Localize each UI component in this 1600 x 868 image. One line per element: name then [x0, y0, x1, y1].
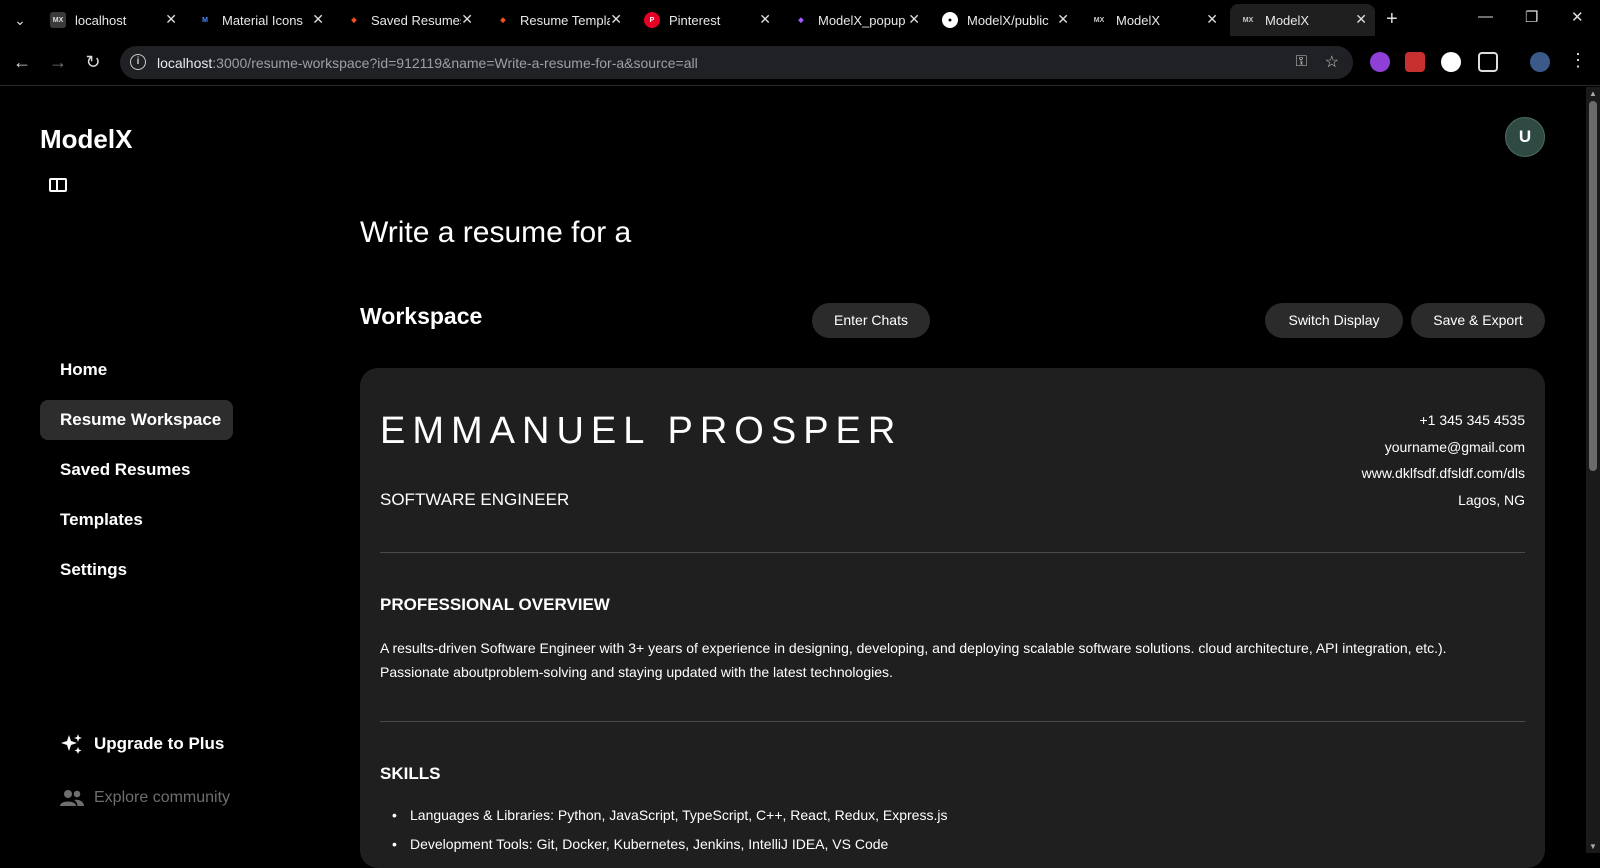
- browser-tab-active[interactable]: MX ModelX ✕: [1230, 4, 1375, 36]
- scrollbar-thumb[interactable]: [1589, 101, 1597, 471]
- tab-search-chevron-icon[interactable]: ⌄: [10, 10, 30, 30]
- modelx-favicon-icon: MX: [1093, 16, 1105, 24]
- restore-icon[interactable]: ❐: [1525, 8, 1538, 26]
- bookmark-star-icon[interactable]: ☆: [1325, 52, 1339, 72]
- password-key-icon[interactable]: ⚿: [1296, 53, 1307, 70]
- url-host: localhost: [157, 55, 213, 71]
- forward-arrow-icon[interactable]: →: [47, 52, 69, 73]
- resume-phone: +1 345 345 4535: [1419, 412, 1526, 428]
- close-tab-icon[interactable]: ✕: [1206, 11, 1218, 28]
- minimize-icon[interactable]: —: [1478, 8, 1493, 25]
- browser-toolbar: ← → ↻ i localhost:3000/resume-workspace?…: [0, 40, 1600, 86]
- close-window-icon[interactable]: ✕: [1571, 8, 1584, 26]
- browser-tab[interactable]: ◆ Resume Templates ✕: [485, 4, 630, 36]
- back-arrow-icon[interactable]: ←: [11, 52, 33, 73]
- divider: [380, 721, 1525, 722]
- sidebar-toggle-icon[interactable]: [49, 178, 67, 192]
- scroll-down-arrow-icon[interactable]: ▼: [1589, 842, 1597, 851]
- github-favicon-icon: ●: [942, 12, 958, 28]
- browser-tab[interactable]: ◆ Saved Resumes ✕: [336, 4, 481, 36]
- sidebar-item-settings[interactable]: Settings: [40, 550, 233, 590]
- scroll-up-arrow-icon[interactable]: ▲: [1589, 89, 1597, 98]
- sparkles-icon: [61, 734, 82, 754]
- skills-list-item: Development Tools: Git, Docker, Kubernet…: [380, 834, 1520, 863]
- chrome-profile-icon[interactable]: [1530, 52, 1550, 72]
- extensions-puzzle-icon[interactable]: [1478, 52, 1498, 72]
- resume-location: Lagos, NG: [1458, 491, 1525, 508]
- tab-title: ModelX: [1116, 12, 1161, 28]
- sidebar-item-home[interactable]: Home: [40, 350, 233, 390]
- page-scrollbar[interactable]: ▲ ▼: [1586, 87, 1600, 853]
- browser-tab[interactable]: ◆ ModelX_popup ✕: [783, 4, 928, 36]
- close-tab-icon[interactable]: ✕: [312, 11, 324, 28]
- resume-name: EMMANUEL PROSPER: [380, 410, 903, 452]
- people-icon: [60, 790, 84, 806]
- browser-tab[interactable]: MX localhost ✕: [40, 4, 185, 36]
- tab-title: Material Icons: [222, 12, 303, 28]
- tab-title: ModelX_popup: [818, 12, 906, 28]
- new-tab-icon[interactable]: +: [1386, 8, 1398, 31]
- resume-preview-card: EMMANUEL PROSPER SOFTWARE ENGINEER +1 34…: [360, 368, 1545, 868]
- browser-tab[interactable]: MX ModelX ✕: [1081, 4, 1226, 36]
- skills-list: Languages & Libraries: Python, JavaScrip…: [380, 805, 1520, 863]
- close-tab-icon[interactable]: ✕: [165, 11, 177, 28]
- explore-community-button[interactable]: Explore community: [60, 789, 230, 807]
- extension-red-icon[interactable]: [1405, 52, 1425, 72]
- tab-title: Pinterest: [669, 12, 721, 28]
- tab-title: Resume Templates: [520, 12, 610, 28]
- site-info-icon[interactable]: i: [130, 54, 146, 70]
- material-icons-favicon-icon: M: [202, 16, 208, 24]
- explore-label: Explore community: [94, 789, 231, 806]
- url-text[interactable]: localhost:3000/resume-workspace?id=91211…: [157, 55, 698, 71]
- browser-tab[interactable]: P Pinterest ✕: [634, 4, 779, 36]
- divider: [380, 552, 1525, 553]
- switch-display-button[interactable]: Switch Display: [1265, 303, 1403, 338]
- url-path: :3000/resume-workspace?id=912119&name=Wr…: [212, 55, 698, 71]
- resume-contact-block: +1 345 345 4535 yourname@gmail.com www.d…: [1362, 412, 1525, 518]
- app-logo[interactable]: ModelX: [40, 124, 132, 155]
- close-tab-icon[interactable]: ✕: [461, 11, 473, 28]
- close-tab-icon[interactable]: ✕: [1355, 11, 1367, 28]
- modelx-favicon-icon: MX: [1242, 16, 1254, 24]
- tab-title: Saved Resumes: [371, 12, 461, 28]
- sidebar-item-saved-resumes[interactable]: Saved Resumes: [40, 450, 233, 490]
- tab-title: ModelX/public: [967, 12, 1049, 28]
- upgrade-to-plus-button[interactable]: Upgrade to Plus: [60, 732, 224, 756]
- figma-favicon-icon: ◆: [500, 17, 506, 24]
- upgrade-label: Upgrade to Plus: [94, 734, 225, 753]
- tab-title: localhost: [75, 12, 127, 28]
- page-title: Write a resume for a: [360, 216, 632, 249]
- reload-icon[interactable]: ↻: [82, 52, 104, 73]
- browser-tab[interactable]: ● ModelX/public ✕: [932, 4, 1077, 36]
- skills-list-item: Languages & Libraries: Python, JavaScrip…: [380, 805, 1520, 834]
- resume-role: SOFTWARE ENGINEER: [380, 490, 570, 509]
- sidebar-item-resume-workspace[interactable]: Resume Workspace: [40, 400, 233, 440]
- sidebar-item-templates[interactable]: Templates: [40, 500, 233, 540]
- overview-heading: PROFESSIONAL OVERVIEW: [380, 595, 610, 614]
- figma-favicon-icon: ◆: [351, 17, 357, 24]
- pinterest-favicon-icon: P: [644, 12, 660, 28]
- browser-menu-icon[interactable]: ⋮: [1567, 50, 1589, 71]
- extension-profile-icon[interactable]: [1441, 52, 1461, 72]
- resume-email: yourname@gmail.com: [1384, 438, 1525, 455]
- modelx-favicon-icon: MX: [50, 12, 66, 28]
- extension-purple-icon[interactable]: [1370, 52, 1390, 72]
- address-bar[interactable]: i localhost:3000/resume-workspace?id=912…: [120, 46, 1353, 79]
- tab-title: ModelX: [1265, 12, 1310, 28]
- user-avatar[interactable]: U: [1505, 117, 1545, 157]
- close-tab-icon[interactable]: ✕: [610, 11, 622, 28]
- close-tab-icon[interactable]: ✕: [908, 11, 920, 28]
- figma-favicon-icon: ◆: [798, 17, 804, 24]
- save-export-button[interactable]: Save & Export: [1411, 303, 1545, 338]
- workspace-heading: Workspace: [360, 303, 483, 329]
- close-tab-icon[interactable]: ✕: [1057, 11, 1069, 28]
- close-tab-icon[interactable]: ✕: [759, 11, 771, 28]
- resume-website: www.dklfsdf.dfsldf.com/dls: [1361, 465, 1525, 481]
- overview-text: A results-driven Software Engineer with …: [380, 640, 1447, 680]
- browser-tab-bar: ⌄ MX localhost ✕ M Material Icons ✕ ◆ Sa…: [0, 0, 1600, 40]
- skills-heading: SKILLS: [380, 764, 441, 783]
- enter-chats-button[interactable]: Enter Chats: [812, 303, 930, 338]
- browser-tab[interactable]: M Material Icons ✕: [187, 4, 332, 36]
